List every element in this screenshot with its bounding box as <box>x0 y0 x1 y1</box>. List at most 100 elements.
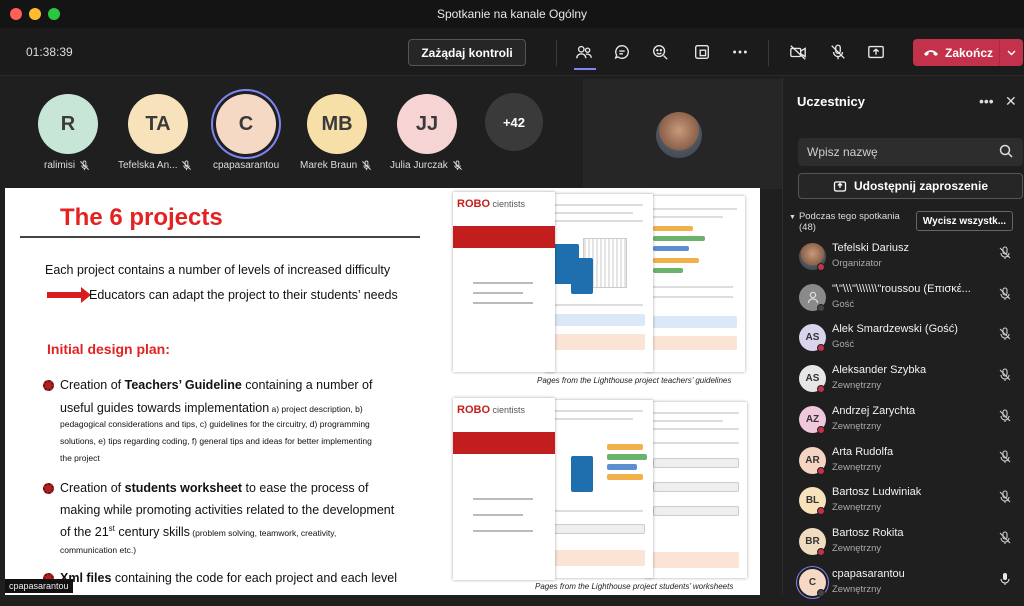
self-video-tile[interactable] <box>583 79 782 189</box>
search-input[interactable]: Wpisz nazwę <box>798 138 1023 166</box>
participant-name: "\"\\\"\\\\\\\"roussou (Επισκέ... <box>832 282 971 295</box>
more-icon[interactable]: ••• <box>979 93 994 109</box>
robo-logo: ROBO cientists <box>457 404 525 416</box>
zoom-window-button[interactable] <box>48 8 60 20</box>
bullet-students-line3: of the 21st century skills (problem solv… <box>60 523 336 542</box>
mic-off-icon[interactable] <box>998 368 1012 382</box>
participant-row[interactable]: "\"\\\"\\\\\\\"roussou (Επισκέ... Gość <box>799 281 1024 321</box>
status-dot <box>817 303 825 312</box>
logo-text: cientists <box>492 405 526 415</box>
text: containing the code for each project and… <box>111 571 398 585</box>
participant-row[interactable]: AZ Andrzej Zarychta Zewnętrzny <box>799 403 1024 443</box>
participant-row[interactable]: Tefelski Dariusz Organizator <box>799 240 1024 280</box>
status-dot <box>817 344 825 353</box>
mic-off-icon[interactable] <box>998 409 1012 423</box>
chevron-down-icon[interactable] <box>999 39 1023 66</box>
bullet-teachers-line3: pedagogical considerations and tips, c) … <box>60 419 370 429</box>
end-call-button[interactable]: Zakończ <box>913 39 1023 66</box>
status-dot <box>817 588 825 597</box>
shared-screen-slide: The 6 projects Each project contains a n… <box>5 188 760 595</box>
avatar[interactable]: MB <box>307 94 367 154</box>
chevron-down-icon: ▼ <box>789 214 796 221</box>
share-invite-button[interactable]: Udostępnij zaproszenie <box>798 173 1023 199</box>
close-icon[interactable]: ✕ <box>1005 93 1017 110</box>
avatar-initials: R <box>60 112 76 135</box>
reactions-icon[interactable] <box>650 42 670 62</box>
group-header[interactable]: ▼ Podczas tego spotkania (48) <box>789 211 900 234</box>
text: containing a number of <box>241 378 373 392</box>
share-icon <box>833 181 847 192</box>
participant-row[interactable]: BR Bartosz Rokita Zewnętrzny <box>799 525 1024 565</box>
participant-name: Andrzej Zarychta <box>832 404 916 417</box>
participant-role: Organizator <box>832 258 882 269</box>
chat-icon[interactable] <box>612 42 632 62</box>
participant-role: Zewnętrzny <box>832 461 882 473</box>
self-video-avatar <box>656 112 702 158</box>
mute-all-button[interactable]: Wycisz wszystk... <box>916 211 1013 231</box>
participant-row[interactable]: AS Alek Smardzewski (Gość) Gość <box>799 321 1024 361</box>
hangup-icon <box>924 49 938 56</box>
participant-role: Gość <box>832 339 855 351</box>
participant-role: Zewnętrzny <box>832 380 882 392</box>
mic-off-icon[interactable] <box>998 531 1012 545</box>
toolbar-divider <box>556 40 557 66</box>
mic-off-icon[interactable] <box>998 246 1012 260</box>
mic-off-icon[interactable] <box>998 490 1012 504</box>
mic-off-icon <box>362 160 372 171</box>
bullet-icon <box>43 380 54 391</box>
participant-name: Marek Braun <box>300 160 372 171</box>
participant-row[interactable]: AR Arta Rudolfa Zewnętrzny <box>799 444 1024 484</box>
text-small: a) project description, b) <box>269 404 363 414</box>
participant-row[interactable]: Ccpapasarantou Zewnętrzny <box>799 566 1024 606</box>
participant-name-text: Tefelska An... <box>118 160 178 171</box>
search-placeholder: Wpisz nazwę <box>807 145 878 159</box>
close-window-button[interactable] <box>10 8 22 20</box>
avatar[interactable]: JJ <box>397 94 457 154</box>
bullet-students-line2: making while promoting activities relate… <box>60 503 395 517</box>
participant-name-text: Marek Braun <box>300 160 358 171</box>
group-label: Podczas tego spotkania <box>798 211 900 222</box>
avatar[interactable]: TA <box>128 94 188 154</box>
participant-row[interactable]: AS Aleksander Szybka Zewnętrzny <box>799 362 1024 402</box>
participant-row[interactable]: BL Bartosz Ludwiniak Zewnętrzny <box>799 484 1024 524</box>
mic-off-icon[interactable] <box>828 42 848 62</box>
camera-off-icon[interactable] <box>788 42 808 62</box>
people-icon[interactable] <box>574 42 594 62</box>
plan-heading: Initial design plan: <box>47 341 170 357</box>
avatar-initials: JJ <box>415 112 439 135</box>
end-call-main[interactable]: Zakończ <box>913 46 999 60</box>
participant-role: Zewnętrzny <box>832 583 882 595</box>
mic-off-icon <box>80 160 90 171</box>
avatar-speaking[interactable]: C <box>216 94 276 154</box>
arduino-illustration <box>571 258 593 294</box>
avatar[interactable]: R <box>38 94 98 154</box>
participant-name: Bartosz Rokita <box>832 526 904 539</box>
slide-intro: Each project contains a number of levels… <box>45 263 391 277</box>
end-call-label: Zakończ <box>945 45 994 60</box>
bullet-teachers-line4: solutions, e) tips regarding coding, f) … <box>60 436 372 446</box>
bullet-students-line4: communication etc.) <box>60 545 137 555</box>
request-control-button[interactable]: Zażądaj kontroli <box>408 39 526 66</box>
sharer-name-label: cpapasarantou <box>5 579 73 593</box>
status-dot <box>817 466 825 475</box>
participant-name: Alek Smardzewski (Gość) <box>832 323 958 336</box>
avatar-initials: MB <box>321 112 353 135</box>
mic-icon[interactable] <box>998 572 1012 586</box>
mic-off-icon[interactable] <box>998 449 1012 464</box>
document-cover-thumbnail: ROBO cientists <box>453 398 555 580</box>
more-icon[interactable] <box>730 42 750 62</box>
mic-off-icon[interactable] <box>998 327 1012 341</box>
more-participants-button[interactable]: +42 <box>485 93 543 151</box>
slide-title: The 6 projects <box>60 204 223 231</box>
participant-name: Tefelska An... <box>118 160 192 171</box>
text-bold: Teachers’ Guideline <box>124 378 242 392</box>
participant-name: Julia Jurczak <box>390 160 463 171</box>
rooms-icon[interactable] <box>692 42 712 62</box>
participant-name: Arta Rudolfa <box>832 445 894 458</box>
logo-text: ROBO <box>457 198 490 210</box>
share-icon[interactable] <box>866 42 886 62</box>
text: Creation of <box>60 481 125 495</box>
search-icon[interactable] <box>999 144 1013 158</box>
minimize-window-button[interactable] <box>29 8 41 20</box>
mic-off-icon[interactable] <box>998 287 1012 301</box>
